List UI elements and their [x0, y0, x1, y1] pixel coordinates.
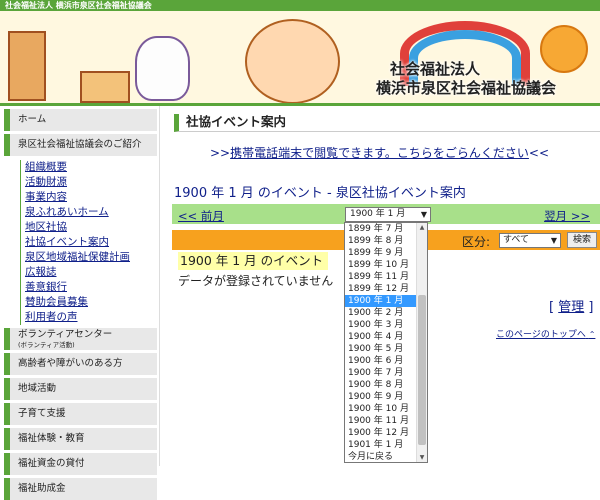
- month-nav-bar: << 前月 1900 年 1 月 ▼ 翌月 >>: [172, 204, 600, 224]
- sidebar-item-intro[interactable]: 泉区社会福祉協議会のご紹介: [4, 134, 157, 156]
- dropdown-option[interactable]: 1899 年 12 月: [345, 283, 427, 295]
- sidebar-subitem[interactable]: 泉区地域福祉保健計画: [20, 250, 159, 265]
- admin-link-text[interactable]: 管理: [558, 300, 584, 315]
- sidebar-item-home[interactable]: ホーム: [4, 109, 157, 131]
- sidebar-item-grants[interactable]: 福祉助成金: [4, 478, 157, 500]
- site-topbar: 社会福祉法人 横浜市泉区社会福祉協議会: [0, 0, 600, 11]
- dropdown-scrollbar[interactable]: ▲ ▼: [416, 223, 427, 462]
- category-select[interactable]: すべて ▼: [499, 233, 561, 248]
- dropdown-option[interactable]: 1899 年 9 月: [345, 247, 427, 259]
- sidebar-subitem[interactable]: 賛助会員募集: [20, 295, 159, 310]
- dropdown-option[interactable]: 1899 年 11 月: [345, 271, 427, 283]
- sidebar-item-education[interactable]: 福祉体験・教育: [4, 428, 157, 450]
- dropdown-option[interactable]: 1900 年 3 月: [345, 319, 427, 331]
- admin-link[interactable]: [ 管理 ]: [549, 296, 593, 315]
- admin-bracket-open: [: [549, 300, 555, 315]
- sidebar-item-childcare[interactable]: 子育て支援: [4, 403, 157, 425]
- search-button[interactable]: 検索: [567, 232, 597, 248]
- sidebar-subitem[interactable]: 組織概要: [20, 160, 159, 175]
- scroll-up-icon[interactable]: ▲: [417, 224, 427, 231]
- admin-bracket-close: ]: [588, 300, 594, 315]
- prev-month-link[interactable]: << 前月: [178, 208, 224, 224]
- sidebar-item-loans[interactable]: 福祉資金の貸付: [4, 453, 157, 475]
- mobile-link-suffix: <<: [528, 146, 550, 160]
- dropdown-option[interactable]: 1900 年 6 月: [345, 355, 427, 367]
- sidebar: ホーム 泉区社会福祉協議会のご紹介 組織概要 活動財源 事業内容 泉ふれあいホー…: [0, 106, 160, 500]
- girl-illustration: [245, 19, 340, 104]
- dropdown-option[interactable]: 1901 年 1 月: [345, 439, 427, 451]
- mobile-link-prefix: >>: [210, 146, 231, 160]
- mobile-link[interactable]: >>携帯電話端末で閲覧できます。こちらをごらんください<<: [210, 144, 549, 161]
- scrollbar-thumb[interactable]: [418, 295, 426, 445]
- dropdown-option[interactable]: 1900 年 7 月: [345, 367, 427, 379]
- sidebar-subitem[interactable]: 善意銀行: [20, 280, 159, 295]
- dropdown-option[interactable]: 1899 年 10 月: [345, 259, 427, 271]
- building-illustration: [8, 31, 46, 101]
- next-month-link[interactable]: 翌月 >>: [544, 208, 590, 224]
- page-title: 社協イベント案内: [174, 114, 600, 132]
- dropdown-option[interactable]: 1900 年 8 月: [345, 379, 427, 391]
- no-data-message: データが登録されていません: [178, 274, 334, 288]
- dropdown-option[interactable]: 1899 年 8 月: [345, 235, 427, 247]
- sun-illustration: [540, 25, 588, 73]
- sidebar-subitem[interactable]: 地区社協: [20, 220, 159, 235]
- sidebar-item-community[interactable]: 地域活動: [4, 378, 157, 400]
- mobile-link-text[interactable]: 携帯電話端末で閲覧できます。こちらをごらんください: [230, 146, 529, 160]
- volunteer-label: ボランティアセンター: [18, 329, 113, 340]
- chevron-down-icon: ▼: [420, 210, 427, 219]
- dropdown-option[interactable]: 1900 年 5 月: [345, 343, 427, 355]
- sidebar-subitem[interactable]: 泉ふれあいホーム: [20, 205, 159, 220]
- sidebar-subitem[interactable]: 活動財源: [20, 175, 159, 190]
- dropdown-option-return[interactable]: 今月に戻る: [345, 451, 427, 463]
- dropdown-option[interactable]: 1900 年 10 月: [345, 403, 427, 415]
- event-headline: 1900 年 1 月 のイベント - 泉区社協イベント案内: [174, 186, 466, 201]
- site-banner: 社会福祉法人 横浜市泉区社会福祉協議会: [0, 11, 600, 106]
- chevron-down-icon: ▼: [550, 236, 557, 245]
- sidebar-subitem[interactable]: 事業内容: [20, 190, 159, 205]
- category-select-value: すべて: [503, 235, 530, 245]
- dropdown-option[interactable]: 1900 年 2 月: [345, 307, 427, 319]
- house-illustration: [80, 71, 130, 103]
- banner-title-line1: 社会福祉法人: [390, 60, 481, 78]
- dropdown-option[interactable]: 1899 年 7 月: [345, 223, 427, 235]
- volunteer-sublabel: (ボランティア活動): [18, 341, 75, 349]
- category-label: 区分:: [462, 235, 491, 249]
- dropdown-option[interactable]: 1900 年 11 月: [345, 415, 427, 427]
- back-to-top-text: このページのトップへ: [496, 330, 586, 340]
- sidebar-sublist: 組織概要 活動財源 事業内容 泉ふれあいホーム 地区社協 社協イベント案内 泉区…: [20, 160, 159, 325]
- dropdown-option[interactable]: 1900 年 9 月: [345, 391, 427, 403]
- banner-title-line2: 横浜市泉区社会福祉協議会: [376, 79, 557, 97]
- sidebar-item-elderly[interactable]: 高齢者や障がいのある方: [4, 353, 157, 375]
- topbar-text: 社会福祉法人 横浜市泉区社会福祉協議会: [5, 1, 152, 10]
- sidebar-subitem[interactable]: 広報誌: [20, 265, 159, 280]
- back-to-top-link[interactable]: このページのトップへ ⌃: [496, 327, 595, 340]
- rabbit-illustration: [135, 36, 190, 101]
- month-select[interactable]: 1900 年 1 月 ▼: [345, 207, 431, 222]
- sidebar-subitem[interactable]: 社協イベント案内: [20, 235, 159, 250]
- month-dropdown-list[interactable]: 1899 年 7 月 1899 年 8 月 1899 年 9 月 1899 年 …: [344, 222, 428, 463]
- dropdown-option-selected[interactable]: 1900 年 1 月: [345, 295, 427, 307]
- scroll-down-icon[interactable]: ▼: [417, 454, 427, 461]
- sidebar-subitem[interactable]: 利用者の声: [20, 310, 159, 325]
- dropdown-option[interactable]: 1900 年 12 月: [345, 427, 427, 439]
- dropdown-option[interactable]: 1900 年 4 月: [345, 331, 427, 343]
- event-month-label: 1900 年 1 月 のイベント: [178, 252, 328, 270]
- month-select-value: 1900 年 1 月: [350, 209, 406, 219]
- sidebar-item-volunteer[interactable]: ボランティアセンター (ボランティア活動): [4, 328, 157, 350]
- caret-up-icon: ⌃: [588, 330, 596, 339]
